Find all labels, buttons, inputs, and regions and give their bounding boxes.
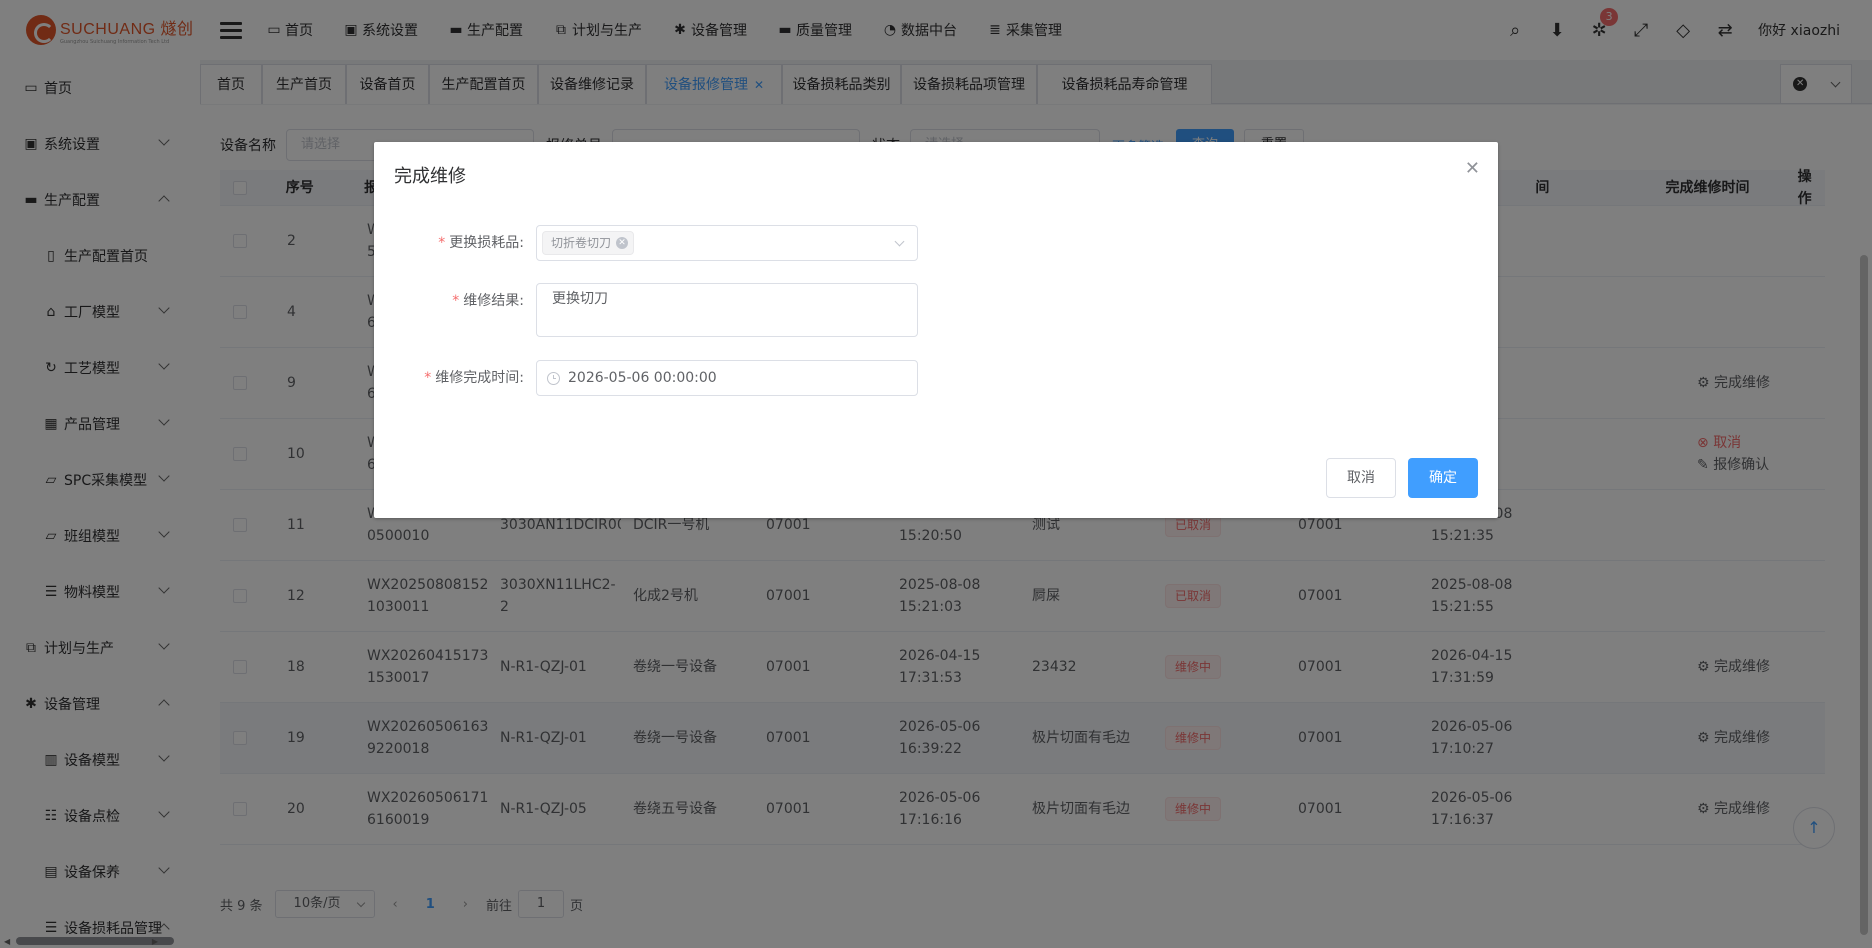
result-textarea[interactable]: 更换切刀 — [536, 283, 918, 337]
complete-repair-dialog: 完成维修 ✕ * 更换损耗品: 切折卷切刀 ✕ * 维修结果: 更换切刀 * 维修完成时… — [374, 142, 1498, 518]
consumable-chip: 切折卷切刀 ✕ — [542, 231, 635, 255]
close-icon[interactable]: ✕ — [1465, 158, 1480, 179]
result-label: * 维修结果: — [452, 293, 524, 309]
consumable-label: * 更换损耗品: — [438, 235, 524, 251]
finish-time-label: * 维修完成时间: — [424, 370, 524, 386]
clock-icon — [547, 371, 560, 385]
consumable-select[interactable]: 切折卷切刀 ✕ — [536, 225, 918, 261]
chevron-down-icon — [894, 236, 905, 247]
finish-time-picker[interactable]: 2026-05-06 00:00:00 — [536, 360, 918, 396]
dialog-title: 完成维修 — [394, 166, 466, 187]
result-row: * 维修结果: 更换切刀 — [394, 283, 918, 337]
confirm-button[interactable]: 确定 — [1408, 458, 1478, 498]
chip-close-icon[interactable]: ✕ — [616, 237, 629, 249]
dialog-buttons: 取消 确定 — [1326, 458, 1478, 498]
finish-time-row: * 维修完成时间: 2026-05-06 00:00:00 — [394, 360, 918, 396]
consumable-row: * 更换损耗品: 切折卷切刀 ✕ — [394, 225, 918, 261]
cancel-button[interactable]: 取消 — [1326, 458, 1396, 498]
